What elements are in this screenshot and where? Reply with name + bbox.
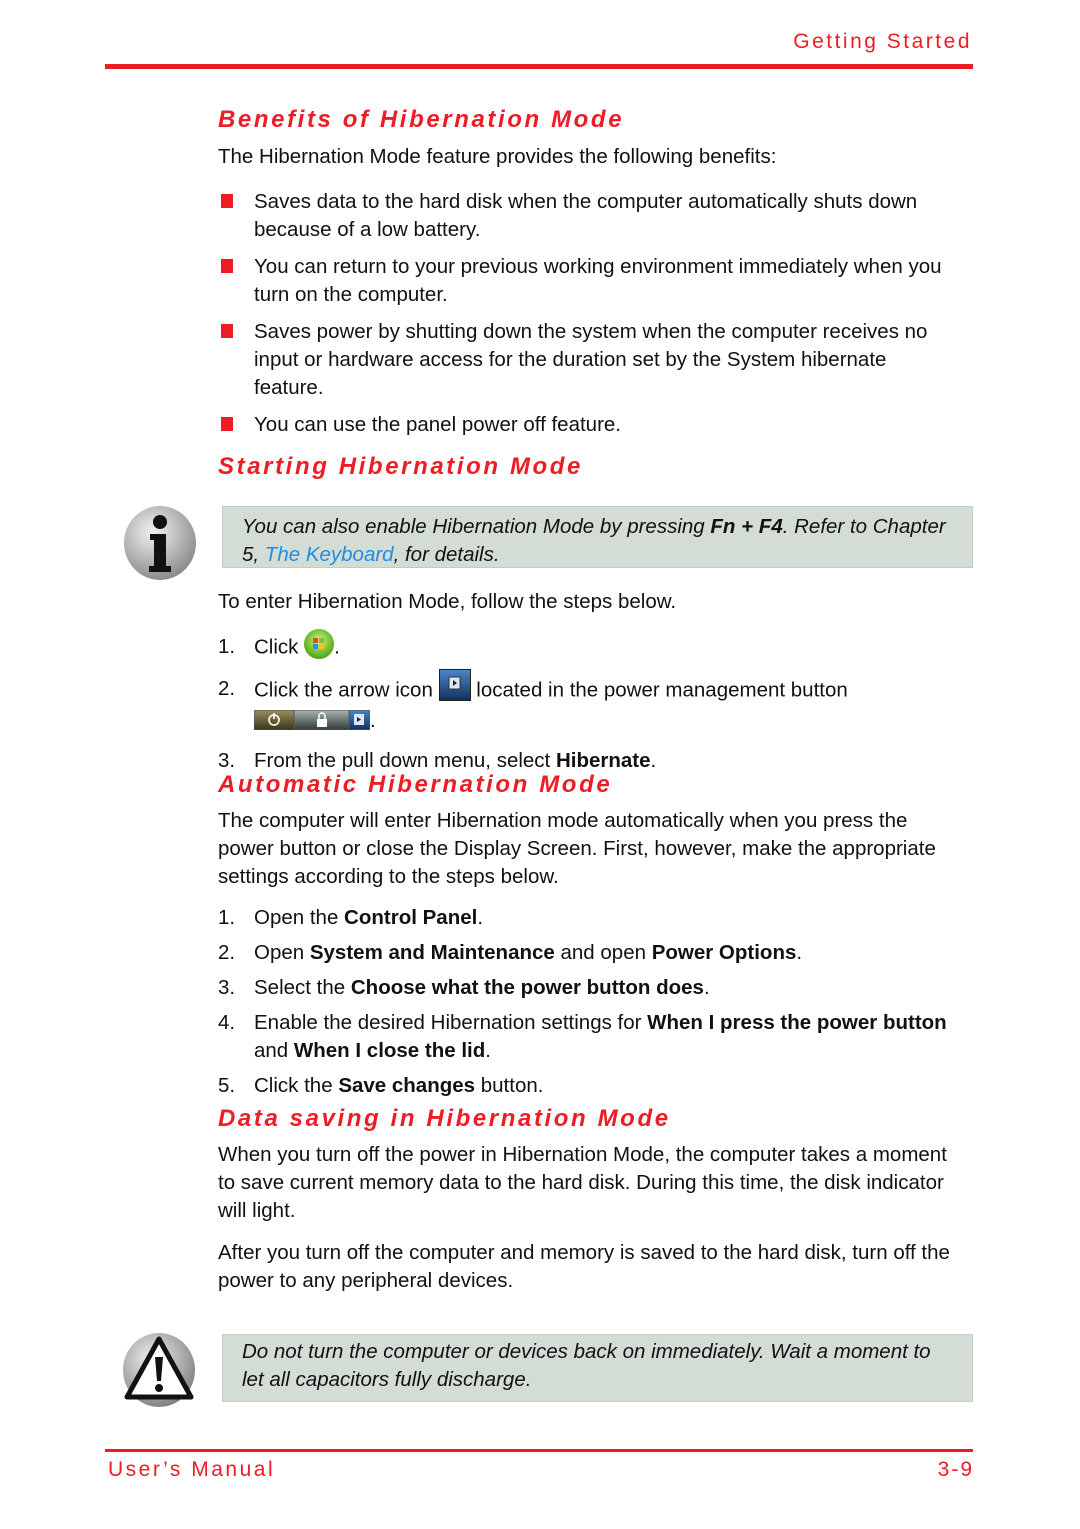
- benefits-list: Saves data to the hard disk when the com…: [218, 188, 958, 448]
- step-item: 4. Enable the desired Hibernation setting…: [218, 1011, 947, 1062]
- info-note: You can also enable Hibernation Mode by …: [222, 506, 973, 568]
- heading-data-saving: Data saving in Hibernation Mode: [218, 1105, 671, 1132]
- bullet-square-icon: [221, 259, 233, 273]
- step-item: 2. Open System and Maintenance and open P…: [218, 941, 803, 964]
- info-icon: [124, 506, 196, 580]
- starting-steps: 1. Click . 2. Click the arrow icon located…: [218, 629, 968, 782]
- starting-intro: To enter Hibernation Mode, follow the st…: [218, 590, 677, 613]
- arrow-button-icon: [438, 669, 471, 701]
- header-divider: [105, 64, 973, 69]
- list-item: Saves power by shutting down the system …: [218, 318, 958, 402]
- bullet-square-icon: [221, 417, 233, 431]
- step-item: 5. Click the Save changes button.: [218, 1074, 544, 1097]
- list-item: You can return to your previous working …: [218, 253, 958, 309]
- list-item: You can use the panel power off feature.: [218, 411, 958, 439]
- benefits-intro: The Hibernation Mode feature provides th…: [218, 145, 777, 168]
- chapter-title: Getting Started: [793, 30, 972, 53]
- step-item: 3. Select the Choose what the power butto…: [218, 976, 710, 999]
- heading-automatic: Automatic Hibernation Mode: [218, 771, 613, 798]
- automatic-steps: 1. Open the Control Panel. 2. Open System …: [218, 904, 968, 1107]
- page-number: 3-9: [937, 1458, 974, 1481]
- warning-icon: [123, 1333, 195, 1407]
- power-management-button-icon: [253, 709, 371, 731]
- key-combo: Fn + F4: [710, 515, 783, 538]
- data-saving-paragraph: When you turn off the power in Hibernati…: [218, 1143, 947, 1222]
- footer-divider: [105, 1449, 973, 1452]
- keyboard-chapter-link[interactable]: The Keyboard: [265, 543, 394, 566]
- heading-benefits: Benefits of Hibernation Mode: [218, 106, 625, 133]
- windows-start-orb-icon: [304, 629, 335, 659]
- bullet-square-icon: [221, 324, 233, 338]
- bullet-square-icon: [221, 194, 233, 208]
- step-item: 1. Click .: [218, 629, 968, 663]
- data-saving-paragraph: After you turn off the computer and memo…: [218, 1241, 950, 1292]
- step-item: 1. Open the Control Panel.: [218, 906, 484, 929]
- automatic-intro: The computer will enter Hibernation mode…: [218, 809, 936, 888]
- heading-starting: Starting Hibernation Mode: [218, 453, 583, 480]
- caution-note: Do not turn the computer or devices back…: [222, 1334, 973, 1402]
- step-item: 2. Click the arrow icon located in the po…: [218, 669, 968, 735]
- manual-title: User’s Manual: [108, 1458, 276, 1481]
- list-item: Saves data to the hard disk when the com…: [218, 188, 958, 244]
